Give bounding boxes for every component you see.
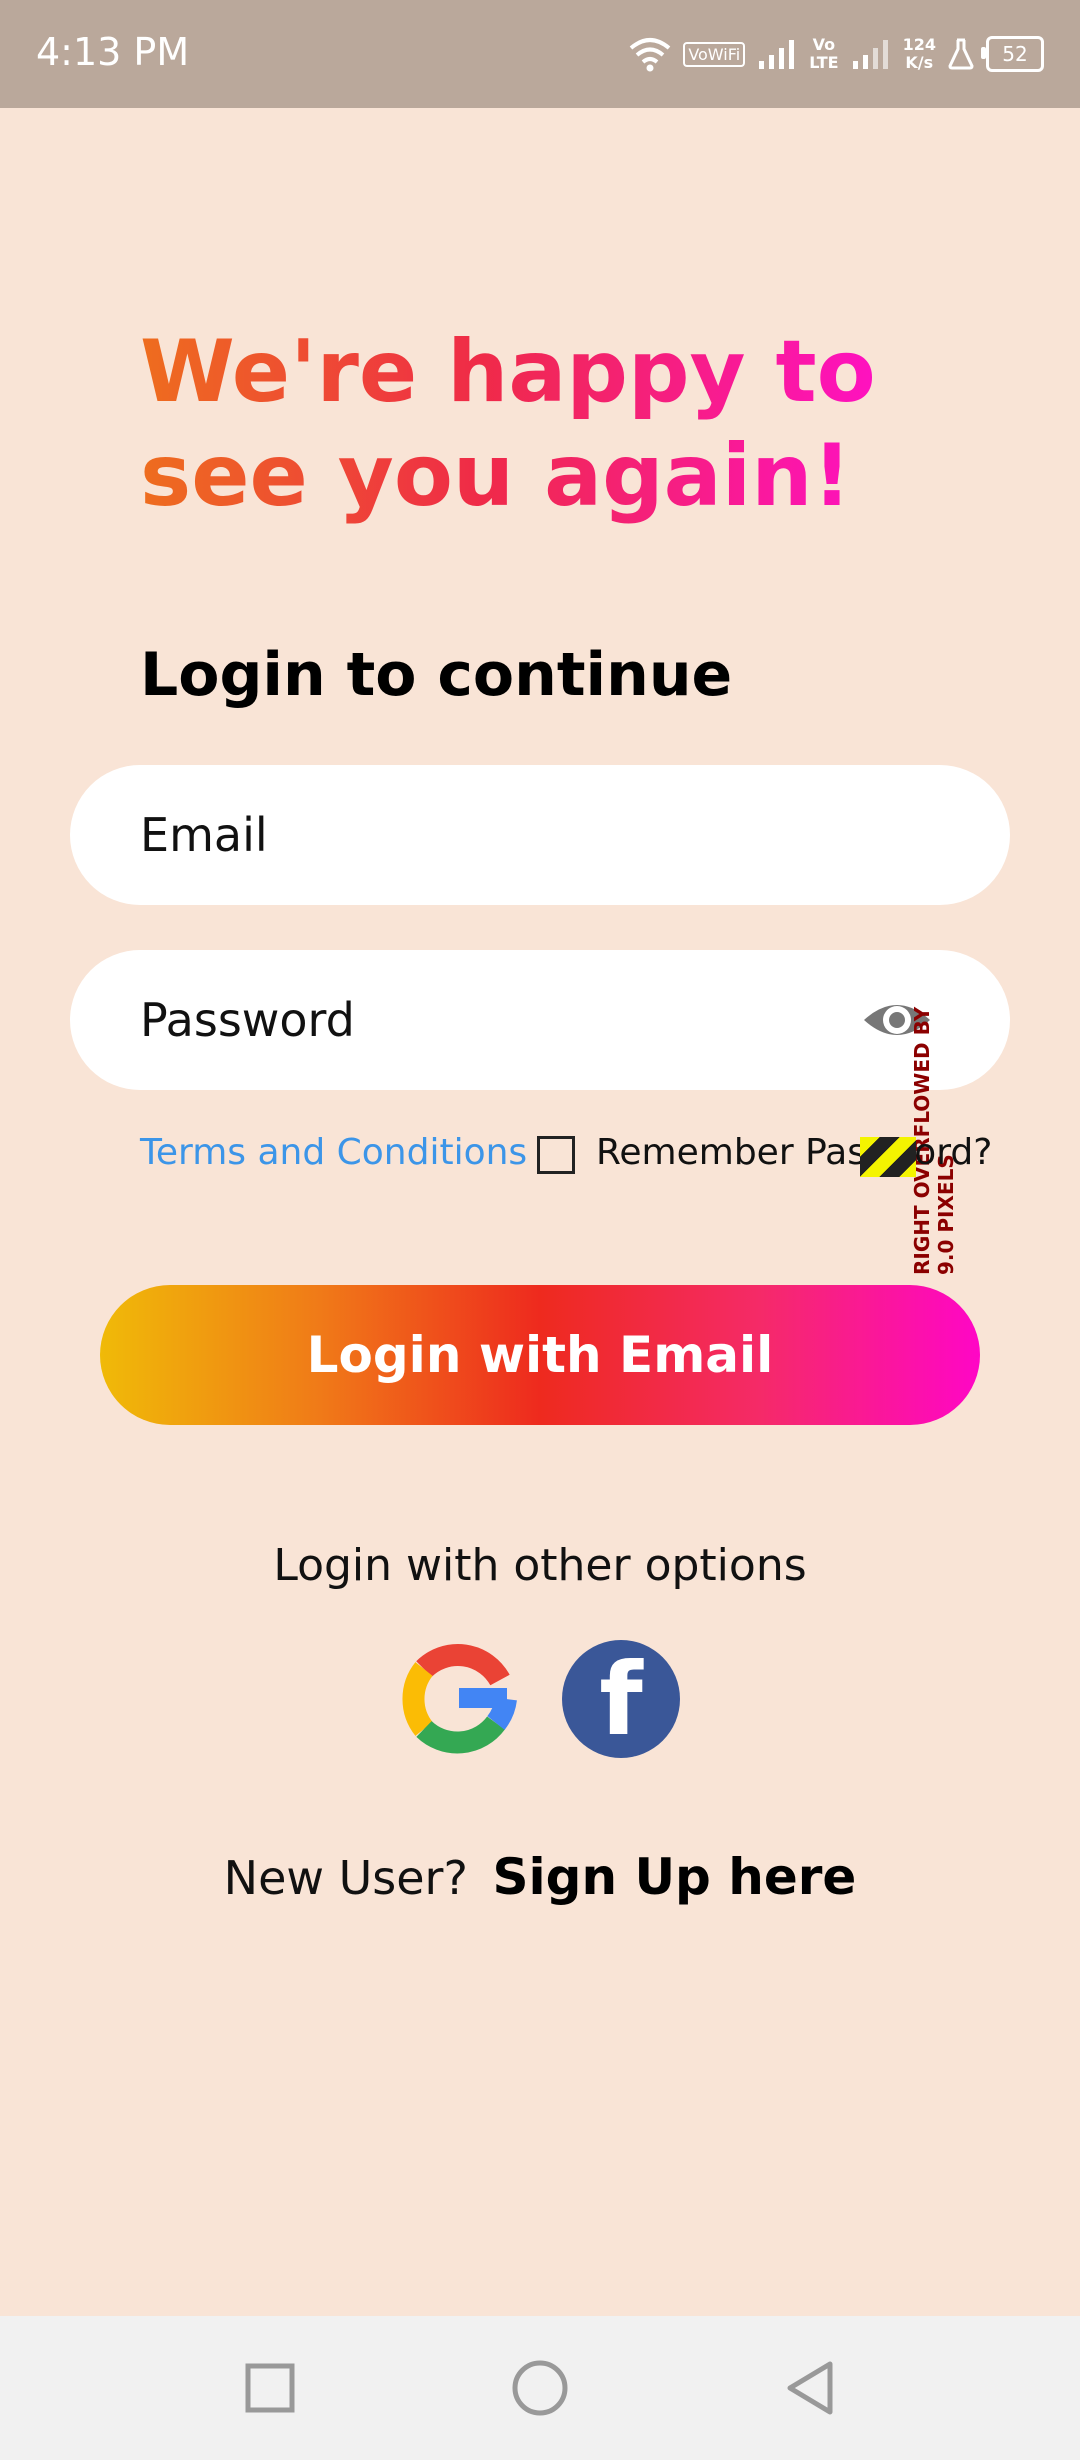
signup-link[interactable]: Sign Up here bbox=[493, 1848, 857, 1906]
welcome-heading-line2: see you again! bbox=[140, 426, 852, 526]
other-options-label: Login with other options bbox=[273, 1540, 807, 1591]
home-icon[interactable] bbox=[510, 2358, 570, 2418]
recent-apps-icon[interactable] bbox=[240, 2358, 300, 2418]
signal-icon bbox=[759, 40, 795, 69]
welcome-heading: We're happy to see you again! bbox=[140, 320, 900, 528]
terms-link[interactable]: Terms and Conditions bbox=[140, 1132, 527, 1173]
password-field[interactable]: Password bbox=[70, 950, 1010, 1090]
status-icons: VoWiFi Vo LTE 124 K/s 52 bbox=[629, 22, 1044, 86]
signal-icon-secondary bbox=[852, 40, 888, 69]
overflow-debug-label: RIGHT OVERFLOWED BY 9.0 PIXELS bbox=[910, 1006, 958, 1275]
signup-question: New User? bbox=[223, 1851, 468, 1905]
login-with-email-button[interactable]: Login with Email bbox=[100, 1285, 980, 1425]
back-icon[interactable] bbox=[780, 2358, 840, 2418]
wifi-icon bbox=[630, 38, 671, 72]
password-placeholder: Password bbox=[140, 993, 355, 1047]
google-icon[interactable] bbox=[400, 1640, 518, 1758]
remember-password-checkbox[interactable] bbox=[537, 1136, 575, 1174]
login-subtitle: Login to continue bbox=[140, 640, 733, 710]
overflow-warning-stripe bbox=[860, 1137, 916, 1177]
email-field[interactable]: Email bbox=[70, 765, 1010, 905]
facebook-glyph: f bbox=[599, 1640, 643, 1758]
facebook-icon[interactable]: f bbox=[562, 1640, 680, 1758]
volte-indicator: Vo LTE bbox=[809, 35, 839, 72]
welcome-heading-line1: We're happy to bbox=[140, 322, 876, 422]
battery-indicator: 52 bbox=[981, 36, 1044, 72]
flask-icon bbox=[948, 38, 974, 70]
network-speed: 124 K/s bbox=[902, 35, 936, 72]
remember-password-label: Remember Password? bbox=[596, 1132, 993, 1173]
email-placeholder: Email bbox=[140, 808, 268, 862]
navigation-bar bbox=[0, 2316, 1080, 2460]
status-time: 4:13 PM bbox=[36, 30, 190, 74]
status-bar: 4:13 PM VoWiFi Vo LTE 124 K/s 52 bbox=[0, 0, 1080, 108]
signup-prompt: New User? Sign Up here bbox=[0, 1848, 1080, 1906]
vowifi-badge: VoWiFi bbox=[683, 41, 746, 67]
